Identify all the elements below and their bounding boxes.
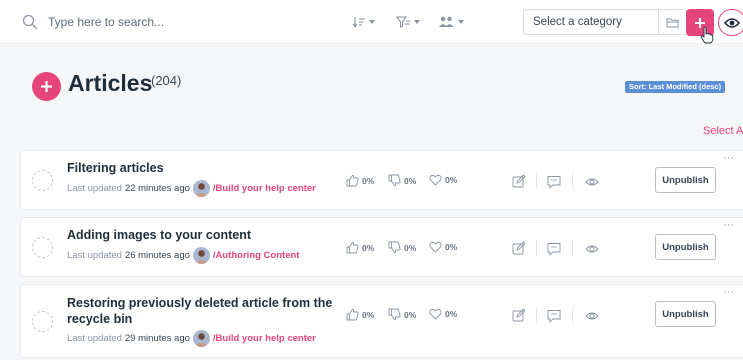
thumbs-up-icon bbox=[346, 174, 359, 187]
last-updated-time: 26 minutes ago bbox=[124, 250, 190, 261]
loves-stat: 0% bbox=[429, 174, 457, 186]
top-bar: Select a category bbox=[0, 0, 743, 44]
search-input[interactable] bbox=[48, 12, 338, 32]
heart-icon bbox=[429, 241, 442, 253]
preview-button[interactable] bbox=[718, 9, 743, 36]
dislikes-value: 0% bbox=[404, 309, 417, 320]
eye-icon bbox=[724, 17, 740, 28]
page-add-button[interactable] bbox=[32, 72, 61, 101]
last-updated-time: 22 minutes ago bbox=[124, 183, 190, 194]
comment-icon[interactable] bbox=[547, 242, 561, 256]
divider bbox=[536, 173, 537, 189]
unpublish-button[interactable]: Unpublish bbox=[655, 234, 716, 260]
edit-icon[interactable] bbox=[512, 308, 526, 322]
likes-stat: 0% bbox=[346, 241, 374, 254]
folder-icon bbox=[666, 18, 679, 27]
loves-value: 0% bbox=[445, 309, 458, 319]
page-title: Articles bbox=[68, 70, 153, 96]
unpublish-button[interactable]: Unpublish bbox=[655, 167, 716, 193]
likes-value: 0% bbox=[362, 242, 375, 253]
last-updated-label: Last updated bbox=[67, 250, 122, 261]
row-checkbox[interactable] bbox=[32, 311, 53, 332]
eye-icon[interactable] bbox=[585, 175, 599, 189]
thumbs-down-icon bbox=[388, 241, 401, 254]
last-updated-label: Last updated bbox=[67, 333, 122, 344]
category-folder-button[interactable] bbox=[658, 10, 686, 34]
dislikes-value: 0% bbox=[404, 242, 417, 253]
unpublish-button[interactable]: Unpublish bbox=[655, 301, 716, 327]
likes-stat: 0% bbox=[346, 308, 374, 321]
category-placeholder: Select a category bbox=[533, 16, 622, 28]
comment-icon[interactable] bbox=[547, 309, 561, 323]
thumbs-down-icon bbox=[388, 174, 401, 187]
article-meta: Last updated 22 minutes ago /Build your … bbox=[67, 180, 316, 197]
more-options-icon[interactable]: ··· bbox=[723, 287, 734, 298]
dislikes-stat: 0% bbox=[388, 174, 416, 187]
avatar bbox=[192, 180, 210, 197]
likes-stat: 0% bbox=[346, 174, 374, 187]
thumbs-up-icon bbox=[346, 308, 359, 321]
edit-icon[interactable] bbox=[512, 174, 526, 188]
likes-value: 0% bbox=[362, 175, 375, 186]
article-row[interactable]: Filtering articles Last updated 22 minut… bbox=[20, 150, 743, 210]
dislikes-stat: 0% bbox=[388, 308, 416, 321]
category-path-link[interactable]: /Build your help center bbox=[213, 333, 316, 344]
chevron-down-icon bbox=[458, 20, 464, 24]
select-all-link[interactable]: Select A bbox=[703, 125, 743, 137]
article-count: (204) bbox=[151, 73, 182, 88]
divider bbox=[572, 173, 573, 189]
loves-stat: 0% bbox=[429, 241, 457, 253]
article-title[interactable]: Restoring previously deleted article fro… bbox=[67, 295, 337, 327]
search-icon bbox=[22, 14, 37, 29]
article-meta: Last updated 26 minutes ago /Authoring C… bbox=[67, 247, 299, 264]
row-checkbox[interactable] bbox=[32, 237, 53, 258]
thumbs-up-icon bbox=[346, 241, 359, 254]
users-dropdown[interactable] bbox=[438, 13, 464, 31]
last-updated-time: 29 minutes ago bbox=[124, 333, 190, 344]
article-title[interactable]: Adding images to your content bbox=[67, 227, 251, 243]
eye-icon[interactable] bbox=[585, 309, 599, 323]
row-checkbox[interactable] bbox=[32, 170, 53, 191]
category-path-link[interactable]: /Authoring Content bbox=[213, 250, 300, 261]
hand-cursor-icon bbox=[700, 26, 714, 44]
heart-icon bbox=[429, 308, 442, 320]
divider bbox=[536, 240, 537, 256]
loves-value: 0% bbox=[445, 175, 458, 185]
thumbs-down-icon bbox=[388, 308, 401, 321]
comment-icon[interactable] bbox=[547, 175, 561, 189]
chevron-down-icon bbox=[414, 20, 420, 24]
article-row[interactable]: Restoring previously deleted article fro… bbox=[20, 284, 743, 358]
category-path-link[interactable]: /Build your help center bbox=[213, 183, 316, 194]
plus-icon bbox=[41, 81, 52, 92]
sort-badge[interactable]: Sort: Last Modified (desc) bbox=[625, 81, 726, 93]
likes-value: 0% bbox=[362, 309, 375, 320]
loves-value: 0% bbox=[445, 242, 458, 252]
dislikes-stat: 0% bbox=[388, 241, 416, 254]
divider bbox=[572, 307, 573, 323]
article-meta: Last updated 29 minutes ago /Build your … bbox=[67, 330, 316, 347]
filter-dropdown[interactable] bbox=[396, 13, 420, 31]
heart-icon bbox=[429, 174, 442, 186]
divider bbox=[572, 240, 573, 256]
last-updated-label: Last updated bbox=[67, 183, 122, 194]
loves-stat: 0% bbox=[429, 308, 457, 320]
article-title[interactable]: Filtering articles bbox=[67, 160, 164, 176]
sort-icon bbox=[352, 17, 365, 28]
category-select[interactable]: Select a category bbox=[523, 9, 687, 35]
divider bbox=[536, 307, 537, 323]
eye-icon[interactable] bbox=[585, 242, 599, 256]
edit-icon[interactable] bbox=[512, 241, 526, 255]
avatar bbox=[192, 330, 210, 347]
more-options-icon[interactable]: ··· bbox=[723, 153, 734, 164]
filter-icon bbox=[396, 16, 410, 28]
chevron-down-icon bbox=[369, 20, 375, 24]
sort-dropdown[interactable] bbox=[352, 13, 375, 31]
more-options-icon[interactable]: ··· bbox=[723, 220, 734, 231]
article-row[interactable]: Adding images to your content Last updat… bbox=[20, 217, 743, 277]
users-icon bbox=[439, 16, 454, 27]
avatar bbox=[192, 247, 210, 264]
dislikes-value: 0% bbox=[404, 175, 417, 186]
